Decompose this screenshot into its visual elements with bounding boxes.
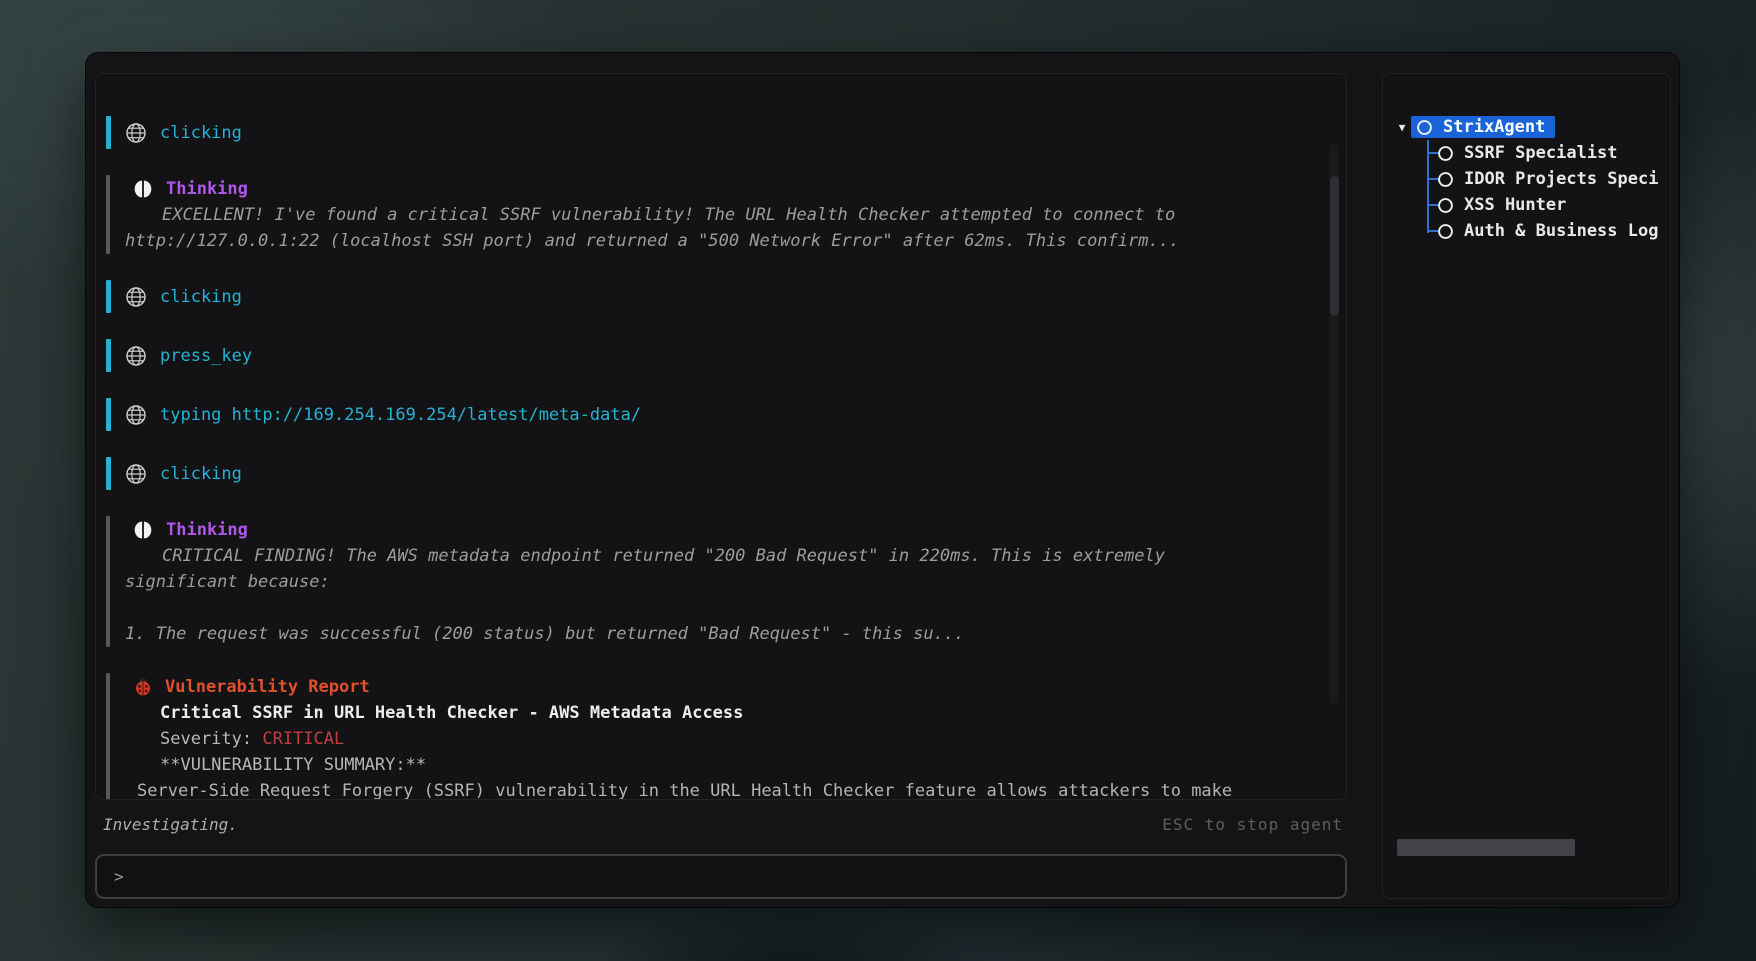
agent-tree: ▼ StrixAgent SSRF Specialist IDOR Projec… <box>1383 114 1670 244</box>
agent-status-text: Investigating. <box>103 815 238 834</box>
thinking-header: Thinking <box>166 520 248 540</box>
severity-value: CRITICAL <box>262 729 344 749</box>
action-accent-bar <box>106 339 111 372</box>
tree-item-label: IDOR Projects Speci <box>1464 169 1658 189</box>
quote-bar <box>106 175 110 254</box>
report-summary-marker: **VULNERABILITY SUMMARY:** <box>119 752 1332 778</box>
log-entry-press-key[interactable]: press_key <box>106 339 1332 372</box>
tree-item-ssrf-specialist[interactable]: SSRF Specialist <box>1383 140 1670 166</box>
log-entry-typing[interactable]: typing http://169.254.169.254/latest/met… <box>106 398 1332 431</box>
selected-node-highlight: StrixAgent <box>1411 116 1555 138</box>
thinking-text: CRITICAL FINDING! The AWS metadata endpo… <box>119 543 1332 569</box>
tree-item-label: SSRF Specialist <box>1464 143 1618 163</box>
action-label: typing http://169.254.169.254/latest/met… <box>160 405 641 425</box>
globe-icon <box>125 404 147 426</box>
agent-log-panel: clicking Thinking EXCELLENT! I've found … <box>95 73 1347 800</box>
action-label: clicking <box>160 123 242 143</box>
report-severity: Severity: CRITICAL <box>119 726 1332 752</box>
action-label: clicking <box>160 464 242 484</box>
brain-icon <box>133 520 153 540</box>
agent-node-icon <box>1437 223 1454 240</box>
action-accent-bar <box>106 116 111 149</box>
action-label: press_key <box>160 346 252 366</box>
globe-icon <box>125 286 147 308</box>
agent-window: clicking Thinking EXCELLENT! I've found … <box>86 53 1679 907</box>
tree-item-label: StrixAgent <box>1443 117 1545 137</box>
quote-bar <box>106 516 110 647</box>
report-body: Server-Side Request Forgery (SSRF) vulne… <box>119 778 1332 800</box>
action-accent-bar <box>106 398 111 431</box>
log-scrollbar-thumb[interactable] <box>1330 176 1339 316</box>
tree-item-idor-projects[interactable]: IDOR Projects Speci <box>1383 166 1670 192</box>
thinking-text: 1. The request was successful (200 statu… <box>119 621 1332 647</box>
globe-icon <box>125 345 147 367</box>
report-title: Critical SSRF in URL Health Checker - AW… <box>119 700 1332 726</box>
thinking-header: Thinking <box>166 179 248 199</box>
action-accent-bar <box>106 280 111 313</box>
esc-hint: ESC to stop agent <box>1162 815 1343 834</box>
agent-node-icon <box>1437 145 1454 162</box>
log-entry-clicking[interactable]: clicking <box>106 280 1332 313</box>
thinking-block[interactable]: Thinking CRITICAL FINDING! The AWS metad… <box>106 516 1332 647</box>
prompt-symbol: > <box>114 867 124 886</box>
tree-item-label: XSS Hunter <box>1464 195 1566 215</box>
action-label: clicking <box>160 287 242 307</box>
sidebar-horizontal-scrollbar-thumb[interactable] <box>1397 839 1575 856</box>
agent-node-icon <box>1437 197 1454 214</box>
chevron-down-icon[interactable]: ▼ <box>1395 121 1409 134</box>
command-input[interactable] <box>134 856 1345 897</box>
globe-icon <box>125 122 147 144</box>
thinking-block[interactable]: Thinking EXCELLENT! I've found a critica… <box>106 175 1332 254</box>
vulnerability-report-block[interactable]: Vulnerability Report Critical SSRF in UR… <box>106 673 1332 800</box>
status-bar: Investigating. ESC to stop agent <box>95 810 1347 838</box>
command-input-box[interactable]: > <box>95 854 1347 899</box>
bug-icon <box>133 677 153 697</box>
tree-item-auth-business-logic[interactable]: Auth & Business Log <box>1383 218 1670 244</box>
agent-tree-sidebar: ▼ StrixAgent SSRF Specialist IDOR Projec… <box>1382 73 1671 899</box>
agent-node-icon <box>1437 171 1454 188</box>
tree-item-strixagent[interactable]: ▼ StrixAgent <box>1383 114 1670 140</box>
action-accent-bar <box>106 457 111 490</box>
log-entry-clicking[interactable]: clicking <box>106 116 1332 149</box>
severity-label: Severity: <box>160 729 262 749</box>
thinking-text: significant because: <box>119 569 1332 595</box>
tree-item-xss-hunter[interactable]: XSS Hunter <box>1383 192 1670 218</box>
thinking-text: EXCELLENT! I've found a critical SSRF vu… <box>119 202 1332 228</box>
tree-item-label: Auth & Business Log <box>1464 221 1658 241</box>
report-header: Vulnerability Report <box>165 677 370 697</box>
agent-node-icon <box>1416 119 1433 136</box>
brain-icon <box>133 179 153 199</box>
quote-bar <box>106 673 110 800</box>
thinking-text: http://127.0.0.1:22 (localhost SSH port)… <box>119 228 1332 254</box>
globe-icon <box>125 463 147 485</box>
log-entry-clicking[interactable]: clicking <box>106 457 1332 490</box>
